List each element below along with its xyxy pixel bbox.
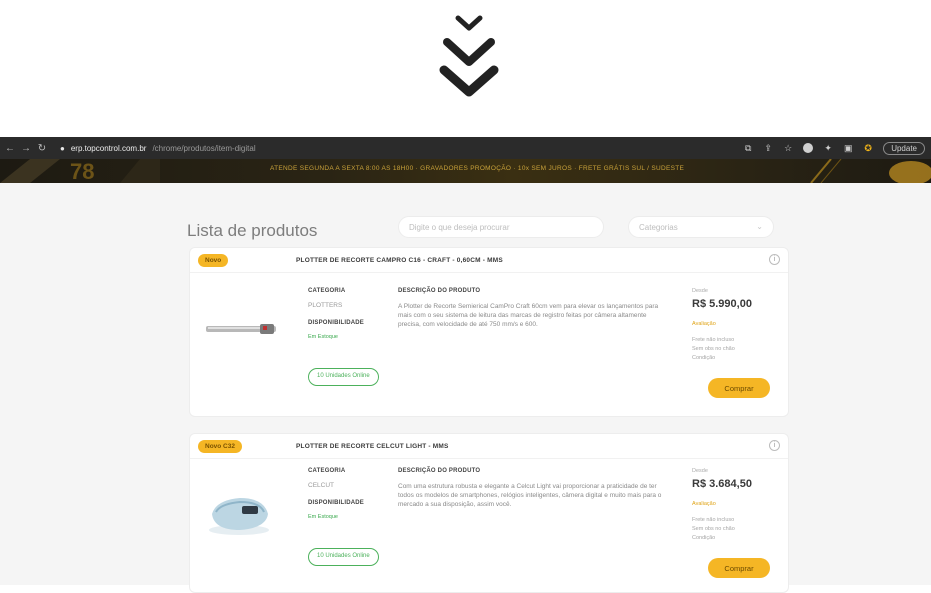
- product-card: Novo C32 PLOTTER DE RECORTE CELCUT LIGHT…: [189, 433, 789, 593]
- bookmark-star-icon[interactable]: ☆: [783, 143, 793, 153]
- banner-text: ATENDE SEGUNDA A SEXTA 8:00 AS 18H00 · G…: [270, 165, 685, 172]
- description-label: DESCRIÇÃO DO PRODUTO: [398, 288, 481, 294]
- share-icon[interactable]: ⇪: [763, 143, 773, 153]
- sidebar-icon[interactable]: ▣: [843, 143, 853, 153]
- back-icon[interactable]: ←: [4, 142, 16, 154]
- url-domain: erp.topcontrol.com.br: [70, 143, 147, 153]
- update-button[interactable]: Update: [883, 141, 925, 155]
- product-image[interactable]: [206, 322, 276, 336]
- category-select-label: Categorias: [639, 223, 678, 232]
- category-label: CATEGORIA: [308, 288, 346, 294]
- card-divider: [190, 458, 788, 459]
- translate-icon[interactable]: ⧉: [743, 143, 753, 153]
- price-detail-line: Condição: [692, 355, 716, 361]
- product-title: PLOTTER DE RECORTE CAMPRO C16 - CRAFT - …: [296, 257, 503, 264]
- banner-right-graphic: [810, 159, 931, 183]
- product-badge: Novo: [198, 254, 229, 267]
- info-icon[interactable]: i: [769, 254, 780, 265]
- url-path: /chrome/produtos/item-digital: [152, 143, 256, 153]
- product-card: Novo PLOTTER DE RECORTE CAMPRO C16 - CRA…: [189, 247, 789, 417]
- profile-icon[interactable]: ✪: [863, 143, 873, 153]
- info-icon[interactable]: i: [769, 440, 780, 451]
- address-bar[interactable]: ● erp.topcontrol.com.br/chrome/produtos/…: [60, 144, 256, 153]
- forward-icon[interactable]: →: [20, 142, 32, 154]
- search-input[interactable]: Digite o que deseja procurar: [398, 216, 604, 238]
- stock-online-button[interactable]: 10 Unidades Online: [308, 368, 379, 386]
- product-price: R$ 5.990,00: [692, 298, 752, 310]
- svg-text:78: 78: [70, 159, 94, 183]
- description-label: DESCRIÇÃO DO PRODUTO: [398, 468, 481, 474]
- promo-banner[interactable]: 78 ATENDE SEGUNDA A SEXTA 8:00 AS 18H00 …: [0, 159, 931, 183]
- category-value: CELCUT: [308, 482, 335, 489]
- product-badge: Novo C32: [198, 440, 242, 453]
- product-description: A Plotter de Recorte Semierical CamPro C…: [398, 303, 659, 328]
- availability-value: Em Estoque: [308, 334, 338, 340]
- browser-actions: ⧉ ⇪ ☆ ✦ ▣ ✪ Update: [743, 141, 931, 155]
- product-description: Com uma estrutura robusta e elegante a C…: [398, 483, 662, 508]
- buy-button[interactable]: Comprar: [708, 378, 770, 398]
- browser-toolbar: ← → ↻ ● erp.topcontrol.com.br/chrome/pro…: [0, 137, 931, 159]
- banner-left-graphic: 78: [0, 159, 160, 183]
- category-value: PLOTTERS: [308, 302, 343, 309]
- product-title: PLOTTER DE RECORTE CELCUT LIGHT - MMS: [296, 443, 449, 450]
- stock-online-button[interactable]: 10 Unidades Online: [308, 548, 379, 566]
- price-detail-line: Condição: [692, 535, 716, 541]
- price-detail-line: Sem obs no chão: [692, 346, 735, 352]
- double-chevron-down-icon: [439, 15, 499, 97]
- price-from-label: Desde: [692, 288, 708, 294]
- price-details: Frete não incluso Sem obs no chão Condiç…: [692, 336, 762, 363]
- price-from-label: Desde: [692, 468, 708, 474]
- price-detail-line: Sem obs no chão: [692, 526, 735, 532]
- page-title: Lista de produtos: [187, 221, 318, 240]
- price-details: Frete não incluso Sem obs no chão Condiç…: [692, 516, 762, 543]
- category-select[interactable]: Categorias ⌄: [628, 216, 774, 238]
- availability-value: Em Estoque: [308, 514, 338, 520]
- availability-label: DISPONIBILIDADE: [308, 500, 365, 506]
- reload-icon[interactable]: ↻: [36, 142, 48, 154]
- card-divider: [190, 272, 788, 273]
- extension-icon[interactable]: [803, 143, 814, 153]
- lock-icon: ●: [60, 143, 65, 153]
- price-detail-line: Frete não incluso: [692, 337, 735, 343]
- buy-button[interactable]: Comprar: [708, 558, 770, 578]
- product-price: R$ 3.684,50: [692, 478, 752, 490]
- top-area: [0, 0, 931, 137]
- price-note: Avaliação: [692, 321, 716, 327]
- availability-label: DISPONIBILIDADE: [308, 320, 365, 326]
- puzzle-icon[interactable]: ✦: [823, 143, 833, 153]
- price-detail-line: Frete não incluso: [692, 517, 735, 523]
- product-image[interactable]: [206, 492, 272, 538]
- category-label: CATEGORIA: [308, 468, 346, 474]
- main-content: Lista de produtos Digite o que deseja pr…: [0, 183, 931, 593]
- price-note: Avaliação: [692, 501, 716, 507]
- chevron-down-icon: ⌄: [756, 222, 763, 231]
